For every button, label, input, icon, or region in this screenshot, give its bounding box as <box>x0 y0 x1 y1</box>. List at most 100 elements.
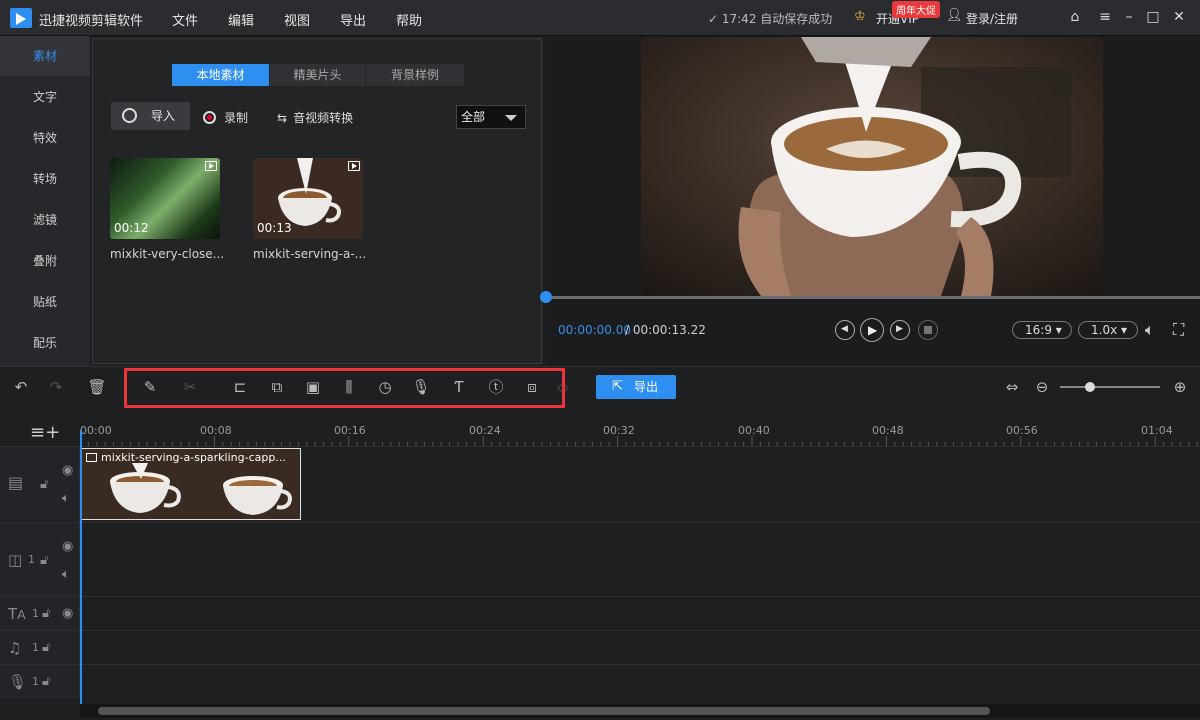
video-icon <box>348 161 360 171</box>
timeline-clip-name: mixkit-serving-a-sparkling-capp... <box>101 451 286 464</box>
record-icon <box>203 111 216 124</box>
overlay-track-header: ◫ 1 🔓︎ ◉ 🔈︎ <box>0 523 80 596</box>
tick-label: 00:24 <box>469 424 501 437</box>
menu-export[interactable]: 导出 <box>340 10 366 29</box>
sidebar-item-overlays[interactable]: 叠附 <box>0 241 90 281</box>
tick-label: 00:16 <box>334 424 366 437</box>
timeline: ≡+ 00:00 00:08 00:16 00:24 00:32 00:40 0… <box>0 408 1200 720</box>
play-icon[interactable]: ▶ <box>860 318 884 342</box>
undo-icon[interactable]: ↶ <box>11 377 31 397</box>
playhead[interactable] <box>80 430 82 708</box>
home-icon[interactable]: ⌂ <box>1066 8 1084 26</box>
tick-label: 00:40 <box>738 424 770 437</box>
redo-icon[interactable]: ↷ <box>46 377 66 397</box>
import-button[interactable]: 导入 <box>111 102 190 130</box>
text-track-header: TA 1 🔓︎ ◉ <box>0 597 80 630</box>
scrollbar-thumb[interactable] <box>98 707 990 715</box>
speaker-icon[interactable]: 🔈︎ <box>62 491 70 506</box>
video-preview <box>641 37 1103 296</box>
next-frame-icon[interactable]: ▶ <box>890 320 910 340</box>
clip-name: mixkit-serving-a-... <box>253 247 367 261</box>
lock-icon[interactable]: 🔓︎ <box>42 606 50 621</box>
video-track-header: ▤ 🔓︎ ◉ 🔈︎ <box>0 447 80 522</box>
media-filter-select[interactable]: 全部 <box>456 105 526 129</box>
speaker-icon[interactable]: 🔈︎ <box>62 567 70 582</box>
export-button[interactable]: ⇱ 导出 <box>596 375 676 399</box>
volume-icon[interactable]: 🔈︎ <box>1145 320 1155 340</box>
speed-value: 1.0x <box>1091 323 1118 337</box>
delete-icon[interactable]: 🗑︎ <box>87 377 107 397</box>
record-label: 录制 <box>224 111 249 125</box>
eye-icon[interactable]: ◉ <box>62 606 73 621</box>
timeline-scrollbar[interactable] <box>80 704 1200 718</box>
zoom-out-icon[interactable]: ⊖ <box>1032 377 1052 397</box>
export-label: 导出 <box>634 380 659 394</box>
latte-art-frame <box>641 37 1103 296</box>
tick-label: 00:32 <box>603 424 635 437</box>
lock-icon[interactable]: 🔓︎ <box>42 640 50 655</box>
menu-view[interactable]: 视图 <box>284 10 310 29</box>
video-icon <box>205 161 217 171</box>
track-count: 1 <box>32 675 39 688</box>
lock-icon[interactable]: 🔓︎ <box>42 674 50 689</box>
maximize-icon[interactable]: □ <box>1144 8 1162 26</box>
menu-icon[interactable]: ≡ <box>1096 8 1114 26</box>
zoom-in-icon[interactable]: ⊕ <box>1170 377 1190 397</box>
menu-edit[interactable]: 编辑 <box>228 10 254 29</box>
stop-icon[interactable] <box>918 320 938 340</box>
import-icon <box>122 108 137 123</box>
time-ruler[interactable]: 00:00 00:08 00:16 00:24 00:32 00:40 00:4… <box>80 418 1200 448</box>
aspect-ratio-value: 16:9 <box>1025 323 1052 337</box>
eye-icon[interactable]: ◉ <box>62 463 73 478</box>
timeline-video-clip[interactable]: mixkit-serving-a-sparkling-capp... <box>81 448 301 520</box>
clip-duration: 00:13 <box>257 221 292 235</box>
sidebar-item-music[interactable]: 配乐 <box>0 323 90 363</box>
music-track-header: ♫ 1 🔓︎ <box>0 631 80 664</box>
media-panel: 本地素材 精美片头 背景样例 导入 录制 ⇆ 音视频转换 全部 00:12 mix… <box>92 38 542 364</box>
music-track: ♫ 1 🔓︎ <box>0 630 1200 664</box>
current-time: 00:00:00.00 <box>558 323 631 337</box>
seek-handle[interactable] <box>540 291 552 303</box>
media-clip-coffee[interactable]: 00:13 <box>253 158 363 239</box>
aspect-ratio-select[interactable]: 16:9 ▾ <box>1012 321 1072 339</box>
speed-select[interactable]: 1.0x ▾ <box>1078 321 1138 339</box>
fullscreen-icon[interactable]: ⛶ <box>1173 320 1184 340</box>
sidebar-item-stickers[interactable]: 贴纸 <box>0 282 90 322</box>
record-button[interactable]: 录制 <box>203 109 248 126</box>
user-icon: 👤︎ <box>946 8 963 23</box>
menu-file[interactable]: 文件 <box>172 10 198 29</box>
sidebar-item-transitions[interactable]: 转场 <box>0 159 90 199</box>
eye-icon[interactable]: ◉ <box>62 539 73 554</box>
total-time: / 00:00:13.22 <box>625 323 706 337</box>
lock-icon[interactable]: 🔓︎ <box>40 477 48 492</box>
sidebar-item-filters[interactable]: 滤镜 <box>0 200 90 240</box>
film-icon: ▤ <box>8 473 24 492</box>
minimize-icon[interactable]: – <box>1120 8 1138 26</box>
seek-bar[interactable] <box>540 291 1200 303</box>
prev-frame-icon[interactable]: ◀ <box>835 320 855 340</box>
voice-track: 🎙︎ 1 🔓︎ <box>0 664 1200 698</box>
tab-intros[interactable]: 精美片头 <box>270 64 365 86</box>
convert-button[interactable]: ⇆ 音视频转换 <box>277 109 353 126</box>
convert-label: 音视频转换 <box>293 111 354 125</box>
lock-icon[interactable]: 🔓︎ <box>40 553 48 568</box>
login-link[interactable]: 登录/注册 <box>966 10 1018 27</box>
fit-timeline-icon[interactable]: ⇔ <box>1002 377 1022 397</box>
tab-backgrounds[interactable]: 背景样例 <box>366 64 464 86</box>
export-icon: ⇱ <box>612 379 623 394</box>
add-track-icon[interactable]: ≡+ <box>30 422 60 443</box>
menu-help[interactable]: 帮助 <box>396 10 422 29</box>
media-clip-leaf[interactable]: 00:12 <box>110 158 220 239</box>
zoom-slider[interactable] <box>1060 382 1160 392</box>
track-count: 1 <box>32 641 39 654</box>
zoom-handle[interactable] <box>1085 382 1095 392</box>
edit-toolbar: ↶ ↷ 🗑︎ ✎ ✂ ⊏ ⧉ ▣ ⫼ ◷ 🎙︎ Ƭ ⓣ ⧈ ◇ ⇱ 导出 ⇔ ⊖… <box>0 366 1200 408</box>
sidebar-item-text[interactable]: 文字 <box>0 77 90 117</box>
tick-label: 00:00 <box>80 424 112 437</box>
sidebar-item-media[interactable]: 素材 <box>0 36 90 76</box>
tab-local-media[interactable]: 本地素材 <box>172 64 269 86</box>
sidebar: 素材 文字 特效 转场 滤镜 叠附 贴纸 配乐 <box>0 36 90 366</box>
close-icon[interactable]: ✕ <box>1170 8 1188 26</box>
sidebar-item-effects[interactable]: 特效 <box>0 118 90 158</box>
video-icon <box>86 453 97 462</box>
